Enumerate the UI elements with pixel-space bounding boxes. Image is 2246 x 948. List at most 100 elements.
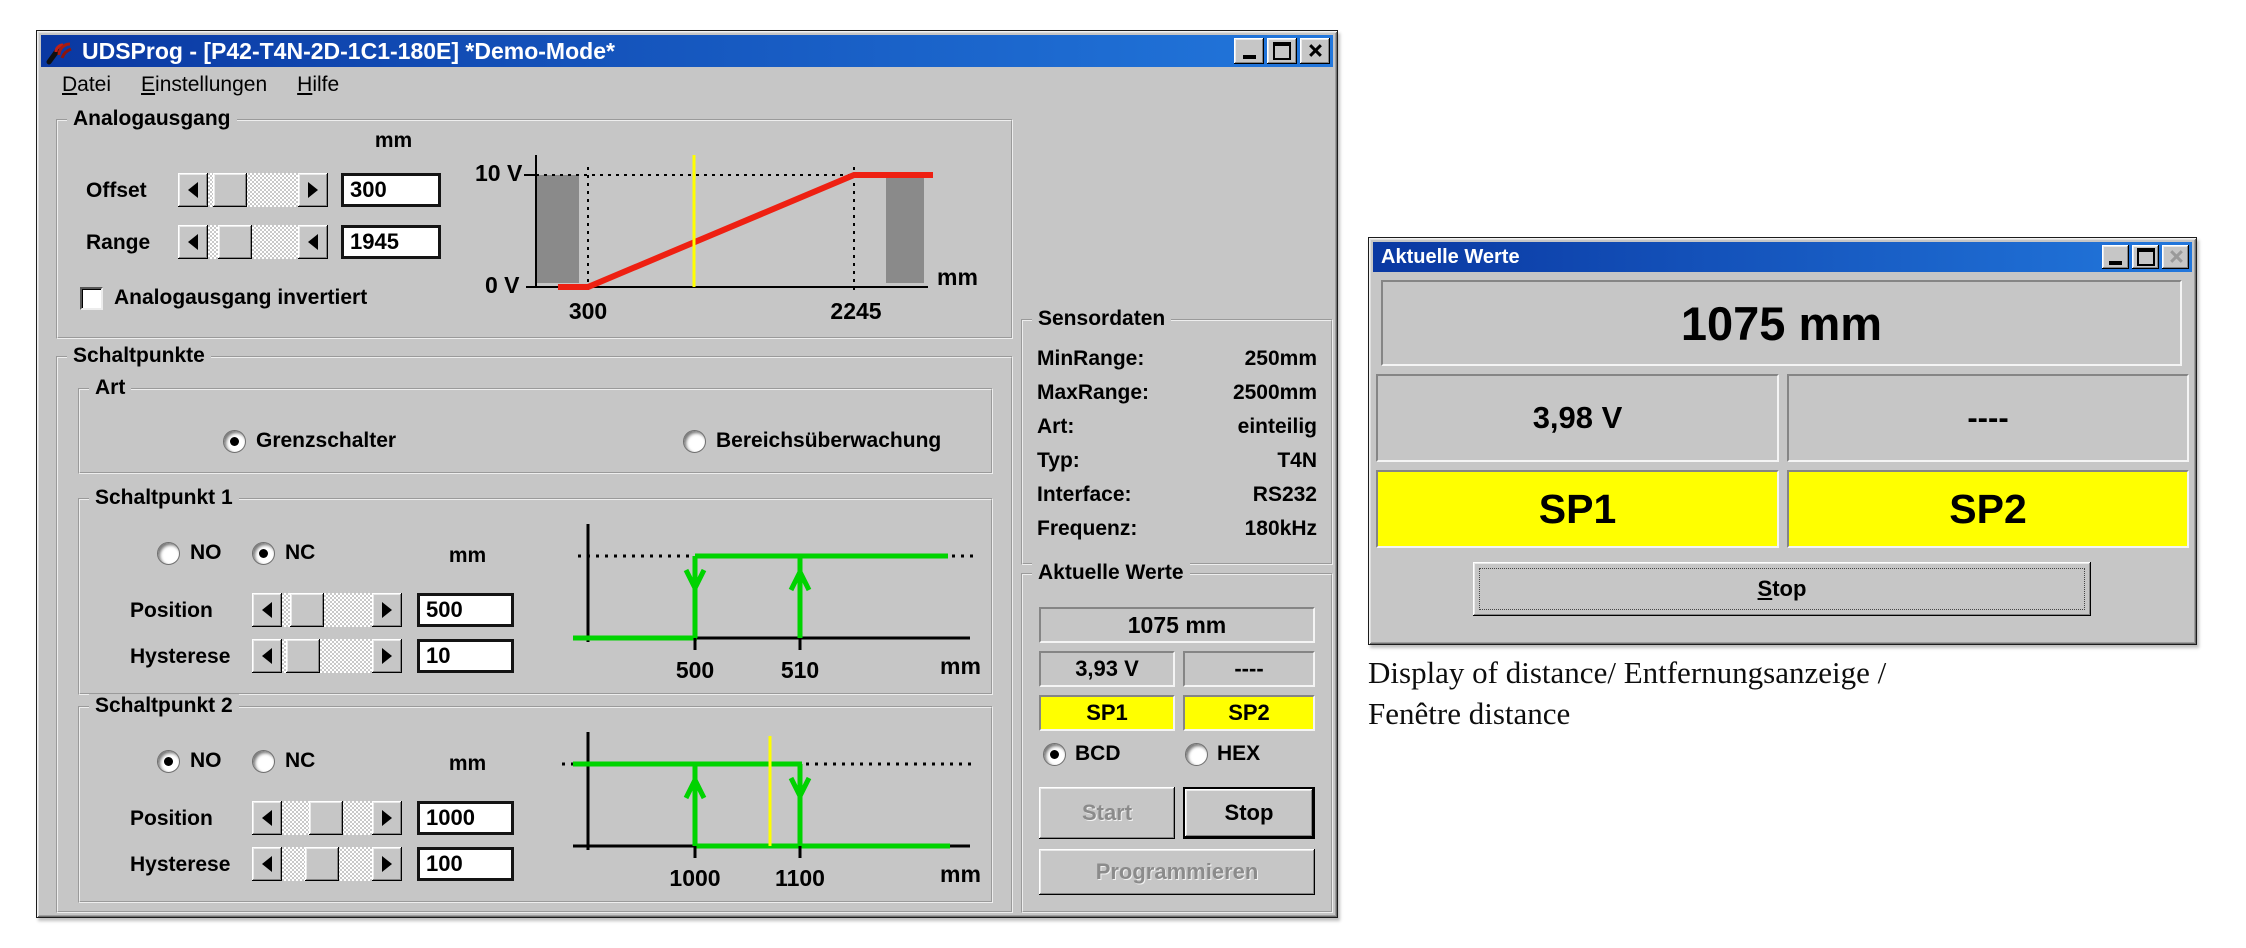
- sp2-position-track[interactable]: [282, 801, 372, 835]
- sp2-position-thumb[interactable]: [309, 801, 343, 835]
- stop-button[interactable]: Stop: [1183, 787, 1315, 839]
- grenzschalter-radio[interactable]: [223, 430, 246, 453]
- schaltpunkte-group-label: Schaltpunkte: [67, 344, 211, 368]
- sp2-hysterese-right-button[interactable]: [372, 847, 402, 881]
- distance-display: 1075 mm: [1039, 607, 1315, 643]
- analog-mm-unit-label: mm: [346, 129, 441, 153]
- arrow-left-icon: [188, 182, 198, 198]
- caption-line-2: Fenêtre distance: [1368, 693, 2048, 734]
- arrow-right-icon: [382, 810, 392, 826]
- art-group-label: Art: [89, 376, 131, 400]
- sp2-position-input[interactable]: [417, 801, 514, 835]
- menu-einstellungen[interactable]: Einstellungen: [126, 71, 282, 99]
- range-input[interactable]: [341, 225, 441, 259]
- close-icon: [1307, 44, 1323, 58]
- stop-button[interactable]: Stop: [1473, 562, 2091, 616]
- sp1-hysterese-input[interactable]: [417, 639, 514, 673]
- sp1-nc-radio[interactable]: [252, 542, 275, 565]
- sensordaten-group: Sensordaten MinRange:250mm MaxRange:2500…: [1021, 319, 1333, 565]
- menu-datei[interactable]: Datei: [47, 71, 126, 99]
- sp1-mm-unit-label: mm: [420, 544, 515, 568]
- sp1-hysterese-track[interactable]: [282, 639, 372, 673]
- aktuelle-werte-group: Aktuelle Werte 1075 mm 3,93 V ---- SP1 S…: [1021, 573, 1333, 913]
- udsprog-logo-icon: [46, 37, 74, 65]
- sensor-row-frequenz: Frequenz:180kHz: [1037, 517, 1317, 541]
- sp2-position-left-button[interactable]: [252, 801, 282, 835]
- figure-caption: Display of distance/ Entfernungsanzeige …: [1368, 652, 2048, 734]
- sp1-position-thumb[interactable]: [290, 593, 324, 627]
- values-window-titlebar[interactable]: Aktuelle Werte: [1373, 242, 2192, 272]
- schaltpunkt1-group-label: Schaltpunkt 1: [89, 486, 239, 510]
- main-window: UDSProg - [P42-T4N-2D-1C1-180E] *Demo-Mo…: [36, 30, 1338, 918]
- menu-hilfe[interactable]: Hilfe: [282, 71, 354, 99]
- sp1-no-radio[interactable]: [157, 542, 180, 565]
- sp2-no-label: NO: [190, 749, 222, 773]
- range-scrollbar-left-button[interactable]: [178, 225, 208, 259]
- programmieren-button[interactable]: Programmieren: [1039, 849, 1315, 895]
- sp1-hysterese-left-button[interactable]: [252, 639, 282, 673]
- voltage-display: 3,93 V: [1039, 651, 1175, 687]
- offset-label: Offset: [86, 179, 147, 203]
- sp1-hysterese-thumb[interactable]: [286, 639, 320, 673]
- bereichsueberwachung-label: Bereichsüberwachung: [716, 429, 941, 453]
- offset-scrollbar-thumb[interactable]: [213, 173, 247, 207]
- values-window-title: Aktuelle Werte: [1381, 246, 1520, 269]
- sp2-value-display: ----: [1183, 651, 1315, 687]
- desktop: UDSProg - [P42-T4N-2D-1C1-180E] *Demo-Mo…: [0, 0, 2246, 948]
- sp1-position-right-button[interactable]: [372, 593, 402, 627]
- sp1-position-input[interactable]: [417, 593, 514, 627]
- sp2-hysterese-left-button[interactable]: [252, 847, 282, 881]
- schaltpunkt2-group: Schaltpunkt 2 NO NC mm Position Hysteres…: [78, 706, 993, 903]
- minimize-button[interactable]: [2102, 245, 2129, 269]
- arrow-right-icon: [308, 182, 318, 198]
- sp1-hysterese-right-button[interactable]: [372, 639, 402, 673]
- offset-scrollbar-track[interactable]: [208, 173, 298, 207]
- svg-text:1000: 1000: [669, 865, 720, 891]
- sp2-hysterese-thumb[interactable]: [305, 847, 339, 881]
- svg-text:510: 510: [781, 657, 819, 683]
- hex-label: HEX: [1217, 742, 1260, 766]
- svg-text:mm: mm: [940, 861, 981, 887]
- sp1-position-left-button[interactable]: [252, 593, 282, 627]
- analog-invert-checkbox[interactable]: [80, 287, 103, 310]
- arrow-left-icon: [262, 648, 272, 664]
- close-button[interactable]: [1300, 38, 1330, 64]
- sp2-position-right-button[interactable]: [372, 801, 402, 835]
- sp2-position-label: Position: [130, 807, 213, 831]
- start-button[interactable]: Start: [1039, 787, 1175, 839]
- analogausgang-group-label: Analogausgang: [67, 107, 237, 131]
- bereichsueberwachung-radio[interactable]: [683, 430, 706, 453]
- main-window-titlebar[interactable]: UDSProg - [P42-T4N-2D-1C1-180E] *Demo-Mo…: [41, 35, 1333, 67]
- sp2-nc-label: NC: [285, 749, 315, 773]
- sp1-indicator: SP1: [1376, 470, 1779, 548]
- sp2-hysterese-input[interactable]: [417, 847, 514, 881]
- arrow-left-icon: [188, 234, 198, 250]
- voltage-display: 3,98 V: [1376, 374, 1779, 462]
- minimize-button[interactable]: [1234, 38, 1264, 64]
- bcd-radio[interactable]: [1043, 743, 1066, 766]
- offset-scrollbar-left-button[interactable]: [178, 173, 208, 207]
- hex-radio[interactable]: [1185, 743, 1208, 766]
- maximize-button[interactable]: [1267, 38, 1297, 64]
- sp1-hysterese-label: Hysterese: [130, 645, 230, 669]
- sensor-row-maxrange: MaxRange:2500mm: [1037, 381, 1317, 405]
- range-scrollbar-thumb[interactable]: [218, 225, 252, 259]
- sp2-hysteresis-chart: 1000 1100 mm: [550, 718, 995, 893]
- sp2-nc-radio[interactable]: [252, 750, 275, 773]
- maximize-icon: [1273, 42, 1291, 60]
- sp2-hysterese-track[interactable]: [282, 847, 372, 881]
- minimize-icon: [2109, 261, 2122, 265]
- offset-input[interactable]: [341, 173, 441, 207]
- sp1-position-track[interactable]: [282, 593, 372, 627]
- range-scrollbar-right-button[interactable]: [298, 225, 328, 259]
- schaltpunkte-group: Schaltpunkte Art Grenzschalter Bereichsü…: [56, 356, 1013, 913]
- close-button[interactable]: [2162, 245, 2189, 269]
- analogausgang-group: Analogausgang mm Offset Range Analogausg…: [56, 119, 1013, 339]
- sp2-no-radio[interactable]: [157, 750, 180, 773]
- svg-text:1100: 1100: [775, 865, 825, 891]
- sp1-hysteresis-chart: 500 510 mm: [550, 510, 995, 685]
- range-scrollbar-track[interactable]: [208, 225, 298, 259]
- sp1-indicator: SP1: [1039, 695, 1175, 731]
- offset-scrollbar-right-button[interactable]: [298, 173, 328, 207]
- maximize-button[interactable]: [2132, 245, 2159, 269]
